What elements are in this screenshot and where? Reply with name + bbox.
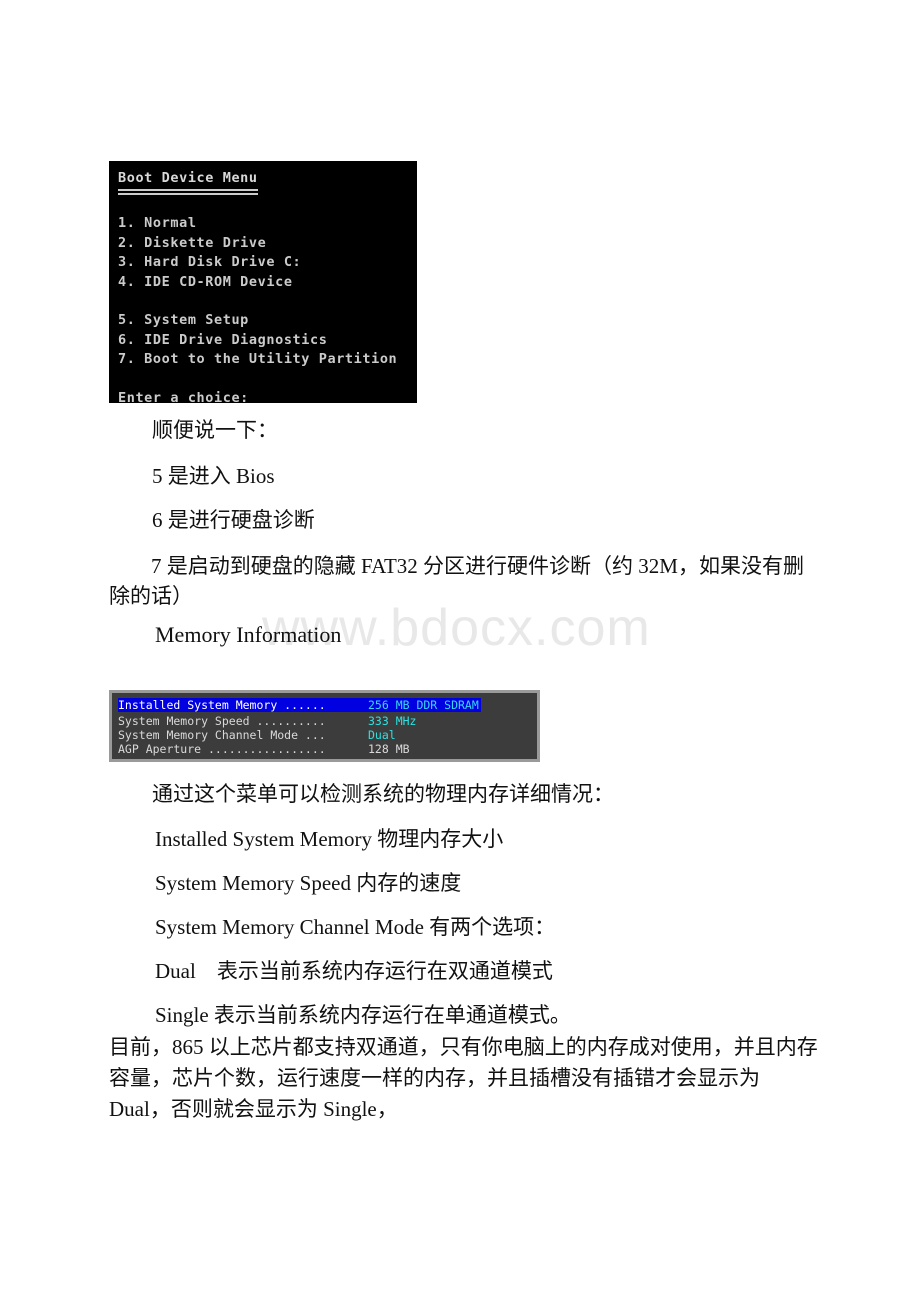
boot-menu-prompt: Enter a choice: bbox=[118, 390, 249, 403]
memory-row-installed-system-memory[interactable]: Installed System Memory ...... 256 MB DD… bbox=[118, 698, 481, 713]
memory-row-label: Installed System Memory ...... bbox=[118, 698, 326, 712]
boot-menu-item-5[interactable]: 5. System Setup bbox=[118, 311, 417, 330]
memory-information-heading: Memory Information bbox=[155, 622, 342, 647]
boot-menu-spacer-3 bbox=[118, 370, 417, 389]
boot-menu-content: Boot Device Menu 1. Normal 2. Diskette D… bbox=[109, 161, 417, 403]
note-line-5: 5 是进入 Bios bbox=[152, 464, 275, 488]
memory-row-value: 333 MHz bbox=[368, 714, 417, 728]
boot-menu-item-3[interactable]: 3. Hard Disk Drive C: bbox=[118, 253, 417, 272]
boot-menu-item-2[interactable]: 2. Diskette Drive bbox=[118, 234, 417, 253]
boot-menu-item-4[interactable]: 4. IDE CD-ROM Device bbox=[118, 273, 417, 292]
memory-row-label: AGP Aperture ................. bbox=[118, 742, 326, 757]
memory-row-value: 256 MB DDR SDRAM bbox=[368, 698, 479, 712]
note-intro: 顺便说一下： bbox=[152, 418, 278, 442]
memory-row-label: System Memory Channel Mode ... bbox=[118, 728, 326, 743]
boot-menu-title: Boot Device Menu bbox=[118, 170, 258, 186]
memory-note-item-2: System Memory Speed 内存的速度 bbox=[155, 871, 462, 895]
memory-note-intro: 通过这个菜单可以检测系统的物理内存详细情况： bbox=[152, 782, 614, 806]
memory-note-item-3: System Memory Channel Mode 有两个选项： bbox=[155, 915, 556, 939]
memory-row-system-memory-channel-mode[interactable]: System Memory Channel Mode ... Dual bbox=[118, 728, 537, 742]
boot-menu-spacer-1 bbox=[118, 195, 417, 214]
memory-row-value: Dual bbox=[368, 728, 396, 743]
boot-menu-title-wrap: Boot Device Menu bbox=[118, 170, 258, 195]
note-line-6: 6 是进行硬盘诊断 bbox=[152, 508, 315, 532]
boot-menu-item-1[interactable]: 1. Normal bbox=[118, 214, 417, 233]
memory-note-item-5: Single 表示当前系统内存运行在单通道模式。 bbox=[155, 1003, 571, 1027]
memory-note-item-1: Installed System Memory 物理内存大小 bbox=[155, 827, 504, 851]
boot-menu-spacer-2 bbox=[118, 292, 417, 311]
boot-menu-item-6[interactable]: 6. IDE Drive Diagnostics bbox=[118, 331, 417, 350]
memory-panel-content: Installed System Memory ...... 256 MB DD… bbox=[112, 693, 537, 757]
boot-menu-title-rule-bottom bbox=[118, 193, 258, 195]
memory-row-system-memory-speed[interactable]: System Memory Speed .......... 333 MHz bbox=[118, 714, 537, 728]
memory-row-label: System Memory Speed .......... bbox=[118, 714, 326, 728]
memory-note-item-4: Dual 表示当前系统内存运行在双通道模式 bbox=[155, 959, 553, 983]
boot-device-menu-screenshot: Boot Device Menu 1. Normal 2. Diskette D… bbox=[109, 161, 417, 403]
memory-row-value: 128 MB bbox=[368, 742, 410, 757]
memory-note-paragraph: 目前，865 以上芯片都支持双通道，只有你电脑上的内存成对使用，并且内存容量，芯… bbox=[109, 1035, 818, 1121]
memory-information-screenshot: Installed System Memory ...... 256 MB DD… bbox=[109, 690, 540, 762]
boot-menu-title-rule-top bbox=[118, 189, 258, 191]
note-line-7: 7 是启动到硬盘的隐藏 FAT32 分区进行硬件诊断（约 32M，如果没有删除的… bbox=[109, 554, 804, 608]
boot-menu-item-7[interactable]: 7. Boot to the Utility Partition bbox=[118, 350, 417, 369]
memory-row-agp-aperture[interactable]: AGP Aperture ................. 128 MB bbox=[118, 742, 537, 756]
